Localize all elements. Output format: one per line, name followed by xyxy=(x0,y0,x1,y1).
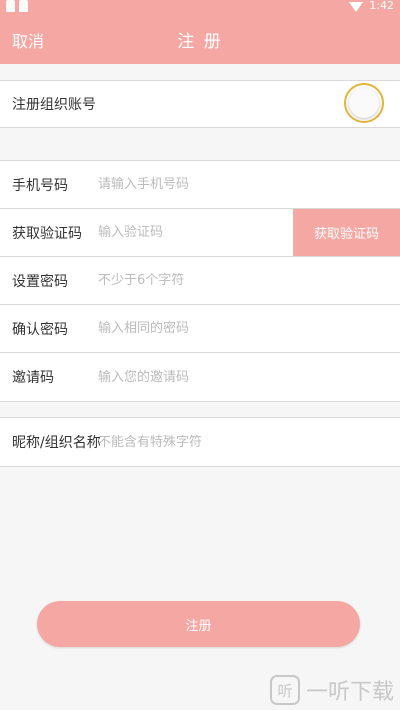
phone-row: 手机号码 xyxy=(0,161,400,209)
account-form-section: 手机号码 获取验证码 获取验证码 设置密码 确认密码 邀请码 xyxy=(0,160,400,402)
password-input[interactable] xyxy=(98,257,400,304)
invite-label: 邀请码 xyxy=(12,370,54,386)
notification-icon xyxy=(6,0,15,12)
nickname-label: 昵称/组织名称 xyxy=(12,435,101,451)
nickname-input[interactable] xyxy=(98,418,400,466)
watermark: 听 一听下载 xyxy=(269,674,394,706)
notification-icons xyxy=(6,0,28,12)
confirm-row: 确认密码 xyxy=(0,305,400,353)
invite-code-input[interactable] xyxy=(98,353,400,401)
nickname-row: 昵称/组织名称 xyxy=(0,418,400,466)
page-title: 注 册 xyxy=(177,32,223,52)
org-account-row: 注册组织账号 xyxy=(0,81,400,127)
code-label: 获取验证码 xyxy=(12,225,82,242)
phone-label: 手机号码 xyxy=(12,177,68,194)
org-account-section: 注册组织账号 xyxy=(0,80,400,128)
org-account-label: 注册组织账号 xyxy=(12,97,96,113)
confirm-label: 确认密码 xyxy=(12,321,68,338)
watermark-logo: 听 xyxy=(269,675,300,705)
notification-icon xyxy=(19,0,28,12)
status-time: 1:42 xyxy=(369,0,394,12)
phone-input[interactable] xyxy=(98,161,400,208)
toggle-knob xyxy=(349,88,379,118)
confirm-password-input[interactable] xyxy=(98,305,400,352)
get-code-button[interactable]: 获取验证码 xyxy=(293,209,400,256)
code-row: 获取验证码 获取验证码 xyxy=(0,209,400,257)
register-button[interactable]: 注册 xyxy=(37,601,360,647)
nickname-section: 昵称/组织名称 xyxy=(0,417,400,467)
wifi-icon xyxy=(349,1,364,12)
password-row: 设置密码 xyxy=(0,257,400,305)
watermark-text: 一听下载 xyxy=(305,680,394,705)
status-right: 1:42 xyxy=(349,0,394,12)
invite-row: 邀请码 xyxy=(0,353,400,401)
title-bar: 取消 注 册 xyxy=(0,14,400,64)
org-account-toggle[interactable] xyxy=(344,83,384,123)
status-bar: 1:42 xyxy=(0,0,400,14)
password-label: 设置密码 xyxy=(12,273,68,290)
